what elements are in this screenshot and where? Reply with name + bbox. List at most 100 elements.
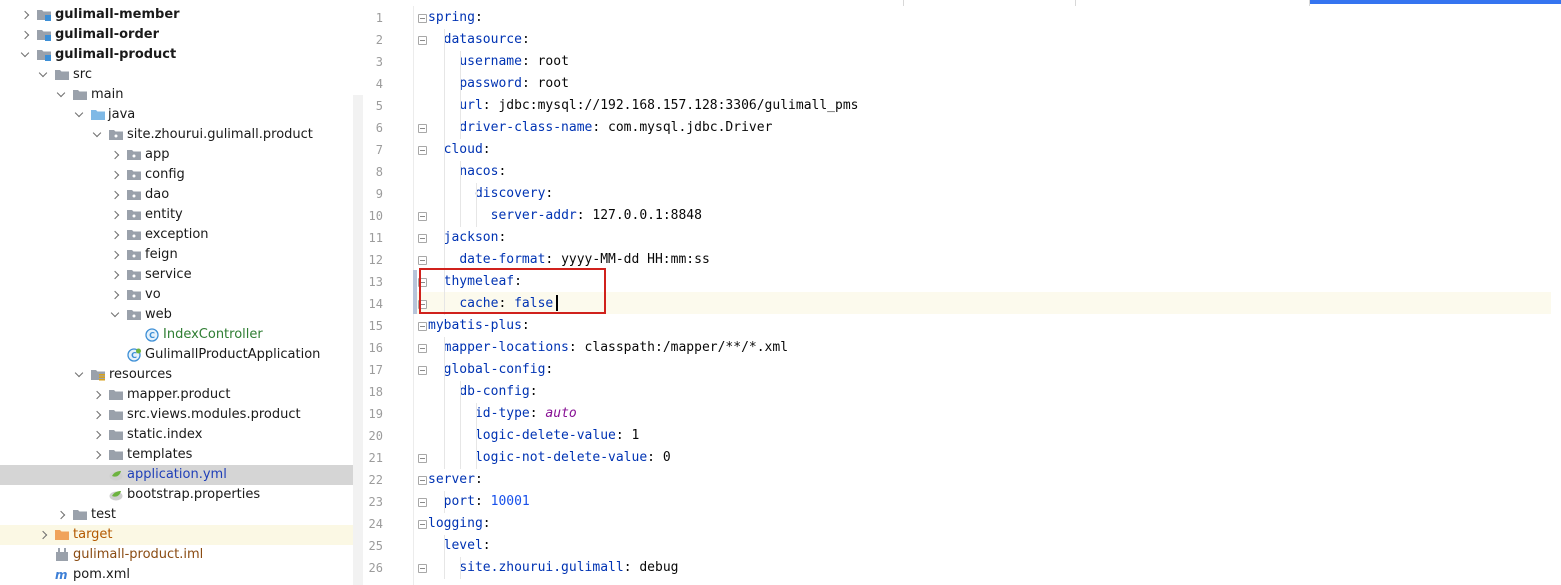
tree-item-iml[interactable]: gulimall-product.iml (0, 545, 363, 565)
fold-marker-icon[interactable] (418, 146, 427, 155)
tree-item-java[interactable]: java (0, 105, 363, 125)
tree-item-application-yml[interactable]: application.yml (0, 465, 363, 485)
tree-item-label: exception (145, 227, 209, 242)
chevron-down-icon[interactable] (110, 308, 120, 318)
code-line[interactable]: server: (428, 469, 483, 491)
folder-icon (55, 68, 69, 81)
code-line[interactable]: mybatis-plus: (428, 315, 530, 337)
fold-marker-icon[interactable] (418, 366, 427, 375)
editor-scrollbar[interactable] (1551, 6, 1561, 585)
code-line[interactable]: url: jdbc:mysql://192.168.157.128:3306/g… (428, 95, 858, 117)
code-line[interactable]: cloud: (428, 139, 491, 161)
tree-item-src-views[interactable]: src.views.modules.product (0, 405, 363, 425)
code-line[interactable]: driver-class-name: com.mysql.jdbc.Driver (428, 117, 772, 139)
tree-item-pom[interactable]: m pom.xml (0, 565, 363, 585)
chevron-right-icon[interactable] (110, 190, 120, 200)
chevron-right-icon[interactable] (110, 250, 120, 260)
fold-marker-icon[interactable] (418, 256, 427, 265)
tree-item-package[interactable]: site.zhourui.gulimall.product (0, 125, 363, 145)
code-line[interactable]: logging: (428, 513, 491, 535)
fold-marker-icon[interactable] (418, 234, 427, 243)
chevron-right-icon[interactable] (110, 230, 120, 240)
chevron-right-icon[interactable] (56, 510, 66, 520)
line-number: 18 (368, 385, 383, 399)
chevron-down-icon[interactable] (74, 108, 84, 118)
tree-item-app[interactable]: app (0, 145, 363, 165)
tree-item-main[interactable]: main (0, 85, 363, 105)
code-line[interactable]: nacos: (428, 161, 506, 183)
tree-item-static-index[interactable]: static.index (0, 425, 363, 445)
yaml-punctuation: : (529, 406, 546, 421)
tree-item-resources[interactable]: resources (0, 365, 363, 385)
fold-marker-icon[interactable] (418, 36, 427, 45)
chevron-down-icon[interactable] (38, 68, 48, 78)
line-number: 22 (368, 473, 383, 487)
chevron-right-icon[interactable] (20, 10, 30, 20)
tree-item-indexcontroller[interactable]: C IndexController (0, 325, 363, 345)
tree-item-config[interactable]: config (0, 165, 363, 185)
code-line[interactable]: password: root (428, 73, 569, 95)
fold-marker-icon[interactable] (418, 520, 427, 529)
code-line[interactable]: server-addr: 127.0.0.1:8848 (428, 205, 702, 227)
fold-marker-icon[interactable] (418, 124, 427, 133)
code-line[interactable]: username: root (428, 51, 569, 73)
code-line[interactable]: jackson: (428, 227, 507, 249)
tree-item-exception[interactable]: exception (0, 225, 363, 245)
chevron-right-icon[interactable] (110, 270, 120, 280)
tree-item-vo[interactable]: vo (0, 285, 363, 305)
tree-item-service[interactable]: service (0, 265, 363, 285)
fold-marker-icon[interactable] (418, 322, 427, 331)
chevron-down-icon[interactable] (20, 48, 30, 58)
chevron-right-icon[interactable] (110, 170, 120, 180)
line-number: 21 (368, 451, 383, 465)
tree-item-gulimall-order[interactable]: gulimall-order (0, 25, 363, 45)
folder-icon (73, 508, 87, 521)
code-line[interactable]: logic-not-delete-value: 0 (428, 447, 671, 469)
chevron-right-icon[interactable] (20, 30, 30, 40)
code-line[interactable]: site.zhourui.gulimall: debug (428, 557, 678, 579)
tree-item-templates[interactable]: templates (0, 445, 363, 465)
chevron-right-icon[interactable] (110, 150, 120, 160)
tree-item-dao[interactable]: dao (0, 185, 363, 205)
chevron-right-icon[interactable] (92, 410, 102, 420)
fold-marker-icon[interactable] (418, 476, 427, 485)
fold-marker-icon[interactable] (418, 212, 427, 221)
tree-item-application-class[interactable]: C GulimallProductApplication (0, 345, 363, 365)
tree-item-label: service (145, 267, 192, 282)
tree-item-mapper-product[interactable]: mapper.product (0, 385, 363, 405)
fold-marker-icon[interactable] (418, 564, 427, 573)
chevron-right-icon[interactable] (92, 450, 102, 460)
chevron-right-icon[interactable] (110, 290, 120, 300)
chevron-down-icon[interactable] (92, 128, 102, 138)
chevron-down-icon[interactable] (56, 88, 66, 98)
code-line[interactable]: global-config: (428, 359, 554, 381)
tree-item-src[interactable]: src (0, 65, 363, 85)
chevron-down-icon[interactable] (74, 368, 84, 378)
tree-item-entity[interactable]: entity (0, 205, 363, 225)
tree-item-gulimall-member[interactable]: gulimall-member (0, 5, 363, 25)
code-line[interactable]: discovery: (428, 183, 553, 205)
chevron-right-icon[interactable] (92, 430, 102, 440)
code-line[interactable]: id-type: auto (428, 403, 577, 425)
tab-application-yml-active-indicator[interactable] (1310, 0, 1561, 4)
tree-item-bootstrap-properties[interactable]: bootstrap.properties (0, 485, 363, 505)
tree-item-feign[interactable]: feign (0, 245, 363, 265)
tree-item-test[interactable]: test (0, 505, 363, 525)
fold-marker-icon[interactable] (418, 454, 427, 463)
fold-marker-icon[interactable] (418, 498, 427, 507)
tree-item-gulimall-product[interactable]: gulimall-product (0, 45, 363, 65)
tree-item-web[interactable]: web (0, 305, 363, 325)
line-number: 3 (375, 55, 383, 69)
code-line[interactable]: spring: (428, 7, 483, 29)
code-line[interactable]: level: (428, 535, 491, 557)
project-tree-scrollbar[interactable] (353, 95, 363, 585)
chevron-right-icon[interactable] (92, 390, 102, 400)
code-line[interactable]: mapper-locations: classpath:/mapper/**/*… (428, 337, 788, 359)
tree-item-target[interactable]: target (0, 525, 363, 545)
chevron-right-icon[interactable] (38, 530, 48, 540)
fold-marker-icon[interactable] (418, 344, 427, 353)
fold-marker-icon[interactable] (418, 14, 427, 23)
chevron-right-icon[interactable] (110, 210, 120, 220)
tree-item-label: resources (109, 367, 173, 382)
